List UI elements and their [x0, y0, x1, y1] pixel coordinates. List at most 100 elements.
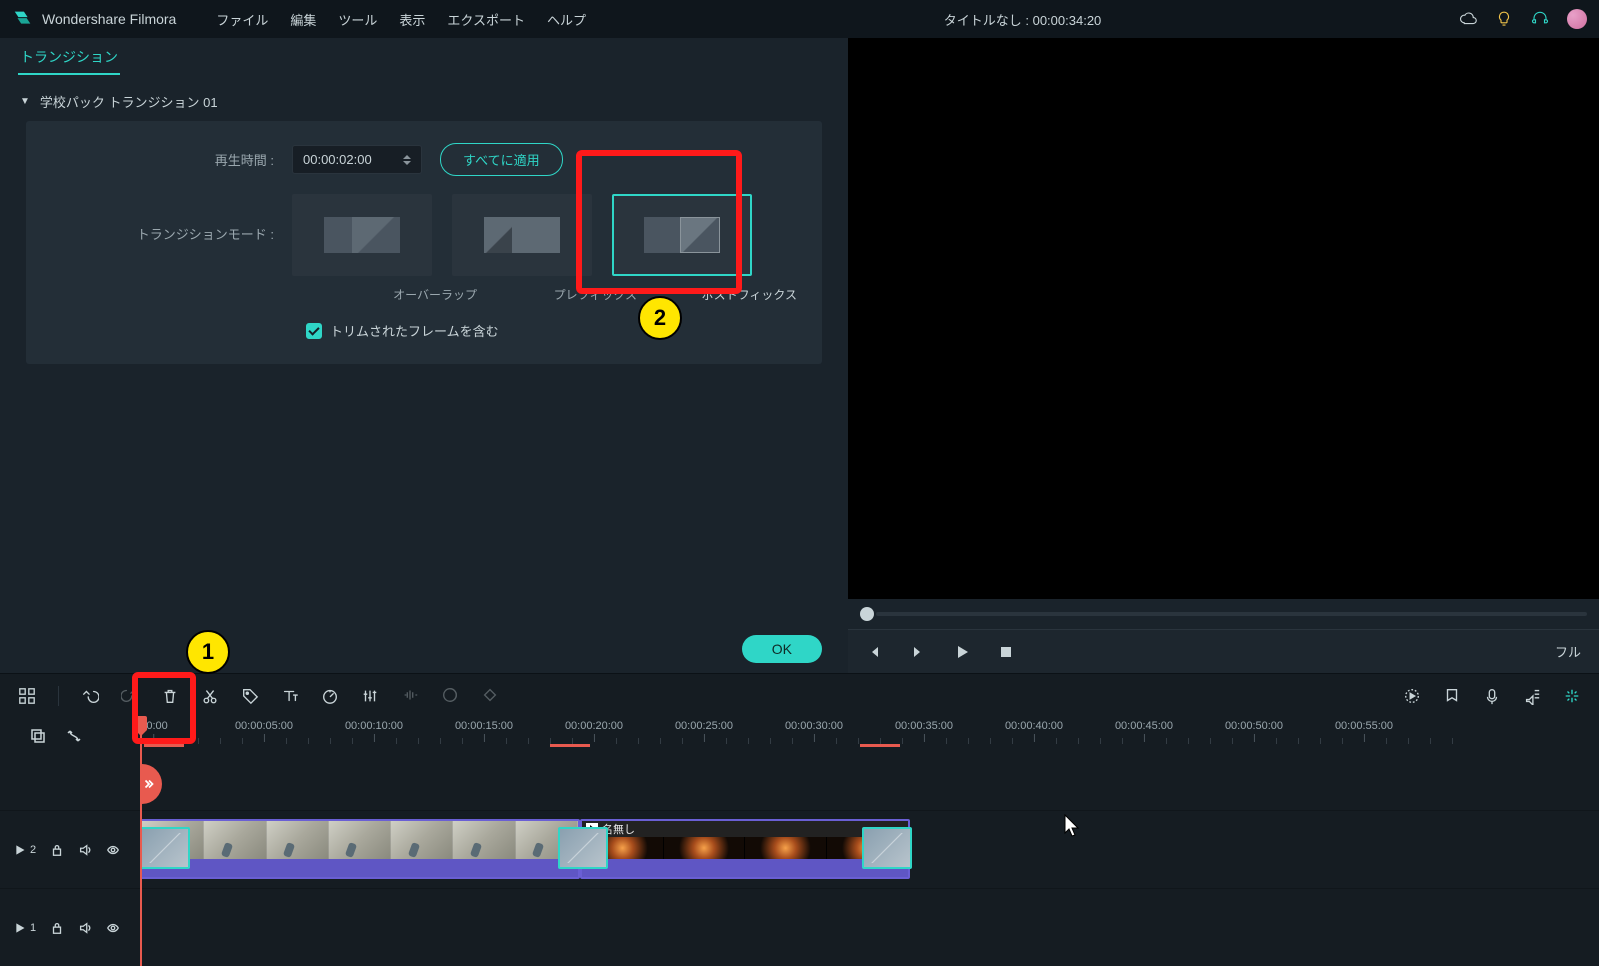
project-title: タイトルなし : 00:00:34:20 [586, 10, 1459, 29]
color-icon[interactable] [441, 686, 459, 704]
annotation-callout-2: 2 [638, 296, 682, 340]
scrub-track[interactable] [876, 612, 1587, 616]
adjust-icon[interactable] [361, 687, 379, 705]
section-header[interactable]: ▼ 学校パック トランジション 01 [0, 78, 848, 121]
lock-icon[interactable] [50, 843, 64, 857]
tab-transition[interactable]: トランジション [18, 41, 120, 75]
main-area: トランジション ▼ 学校パック トランジション 01 再生時間 : 00:00:… [0, 38, 1599, 673]
track-1-body[interactable] [140, 889, 1599, 966]
visibility-icon[interactable] [106, 921, 120, 935]
mode-postfix[interactable]: ポストフィックス [612, 194, 752, 303]
duration-input[interactable]: 00:00:02:00 [292, 145, 422, 174]
ok-button[interactable]: OK [742, 635, 822, 663]
menu-help[interactable]: ヘルプ [547, 10, 586, 29]
annotation-callout-1: 1 [186, 630, 230, 674]
speed-icon[interactable] [321, 687, 339, 705]
duration-spinner[interactable] [403, 155, 411, 165]
clip-video-1[interactable] [140, 819, 580, 879]
cut-icon[interactable] [201, 687, 219, 705]
main-menu: ファイル 編集 ツール 表示 エクスポート ヘルプ [216, 10, 586, 29]
trim-frames-checkbox[interactable] [306, 323, 322, 339]
visibility-icon[interactable] [106, 843, 120, 857]
transition-thumb-3[interactable] [862, 827, 912, 869]
mute-icon[interactable] [78, 843, 92, 857]
app-name: Wondershare Filmora [42, 11, 176, 27]
clip-video-2[interactable]: 名無し [580, 819, 910, 879]
transition-thumb-2[interactable] [558, 827, 608, 869]
zoom-fit-icon[interactable] [1563, 687, 1581, 705]
duplicate-icon[interactable] [30, 728, 46, 744]
lock-icon[interactable] [50, 921, 64, 935]
layout-icon[interactable] [18, 687, 36, 705]
ruler-tick: 00:00:15:00 [455, 720, 513, 742]
ruler-tick: 00:00:05:00 [235, 720, 293, 742]
ruler-tick: 00:00:20:00 [565, 720, 623, 742]
timeline-ruler[interactable]: 00:0000:00:05:0000:00:10:0000:00:15:0000… [140, 718, 1599, 754]
mode-label: トランジションモード : [44, 194, 274, 243]
properties-panel: トランジション ▼ 学校パック トランジション 01 再生時間 : 00:00:… [0, 38, 848, 673]
tracks-area: 2 名無し [0, 754, 1599, 966]
in-point-marker-icon[interactable] [140, 764, 162, 804]
timeline-panel: 00:0000:00:05:0000:00:10:0000:00:15:0000… [0, 673, 1599, 966]
transition-thumb-1[interactable] [140, 827, 190, 869]
snap-icon[interactable] [66, 728, 82, 744]
app-logo-icon [12, 8, 34, 30]
audio-mixer-icon[interactable] [1523, 687, 1541, 705]
play-icon[interactable] [954, 644, 970, 660]
menu-export[interactable]: エクスポート [447, 10, 525, 29]
playhead[interactable] [140, 718, 142, 966]
text-icon[interactable] [281, 687, 299, 705]
step-forward-icon[interactable] [910, 644, 926, 660]
menu-tool[interactable]: ツール [338, 10, 377, 29]
delete-icon[interactable] [161, 687, 179, 705]
marker-icon[interactable] [1443, 687, 1461, 705]
duration-value: 00:00:02:00 [303, 152, 372, 167]
voiceover-icon[interactable] [1483, 687, 1501, 705]
settings-card: 再生時間 : 00:00:02:00 すべてに適用 トランジションモード : オ… [26, 121, 822, 364]
ruler-tick: 00:00:25:00 [675, 720, 733, 742]
app-root: Wondershare Filmora ファイル 編集 ツール 表示 エクスポー… [0, 0, 1599, 966]
titlebar: Wondershare Filmora ファイル 編集 ツール 表示 エクスポー… [0, 0, 1599, 38]
preview-scrubber[interactable] [848, 599, 1599, 629]
render-icon[interactable] [1403, 687, 1421, 705]
ruler-tick: 00:00:40:00 [1005, 720, 1063, 742]
stop-icon[interactable] [998, 644, 1014, 660]
track-video-2: 2 名無し [0, 810, 1599, 888]
preview-controls: フル [848, 629, 1599, 673]
track-video-1: 1 [0, 888, 1599, 966]
section-title: 学校パック トランジション 01 [40, 92, 218, 111]
redo-icon[interactable] [121, 686, 139, 704]
mute-icon[interactable] [78, 921, 92, 935]
lightbulb-icon[interactable] [1495, 10, 1513, 28]
timeline-toolbar [0, 674, 1599, 718]
ruler-tick: 00:00:35:00 [895, 720, 953, 742]
preview-viewport[interactable] [848, 38, 1599, 599]
headset-icon[interactable] [1531, 10, 1549, 28]
apply-all-button[interactable]: すべてに適用 [440, 143, 563, 176]
step-back-icon[interactable] [866, 644, 882, 660]
duration-label: 再生時間 : [44, 150, 274, 169]
trim-frames-label: トリムされたフレームを含む [330, 321, 499, 340]
ruler-tick: 00:00:50:00 [1225, 720, 1283, 742]
ruler-tick: 00:00:45:00 [1115, 720, 1173, 742]
menu-file[interactable]: ファイル [216, 10, 268, 29]
track-2-body[interactable]: 名無し [140, 811, 1599, 888]
ruler-tick: 00:00:10:00 [345, 720, 403, 742]
ruler-tick: 00:00:55:00 [1335, 720, 1393, 742]
scrub-handle-icon[interactable] [860, 607, 874, 621]
menu-view[interactable]: 表示 [399, 10, 425, 29]
collapse-triangle-icon: ▼ [20, 96, 30, 107]
audio-wave-icon[interactable] [401, 686, 419, 704]
menu-edit[interactable]: 編集 [290, 10, 316, 29]
track-1-label: 1 [14, 921, 36, 935]
track-2-label: 2 [14, 843, 36, 857]
tag-icon[interactable] [241, 687, 259, 705]
playhead-handle-icon[interactable] [135, 716, 147, 730]
cloud-icon[interactable] [1459, 10, 1477, 28]
keyframe-icon[interactable] [481, 686, 499, 704]
ruler-row: 00:0000:00:05:0000:00:10:0000:00:15:0000… [0, 718, 1599, 754]
full-screen-label[interactable]: フル [1555, 642, 1581, 661]
avatar[interactable] [1567, 9, 1587, 29]
undo-icon[interactable] [81, 687, 99, 705]
ruler-tick: 00:00:30:00 [785, 720, 843, 742]
